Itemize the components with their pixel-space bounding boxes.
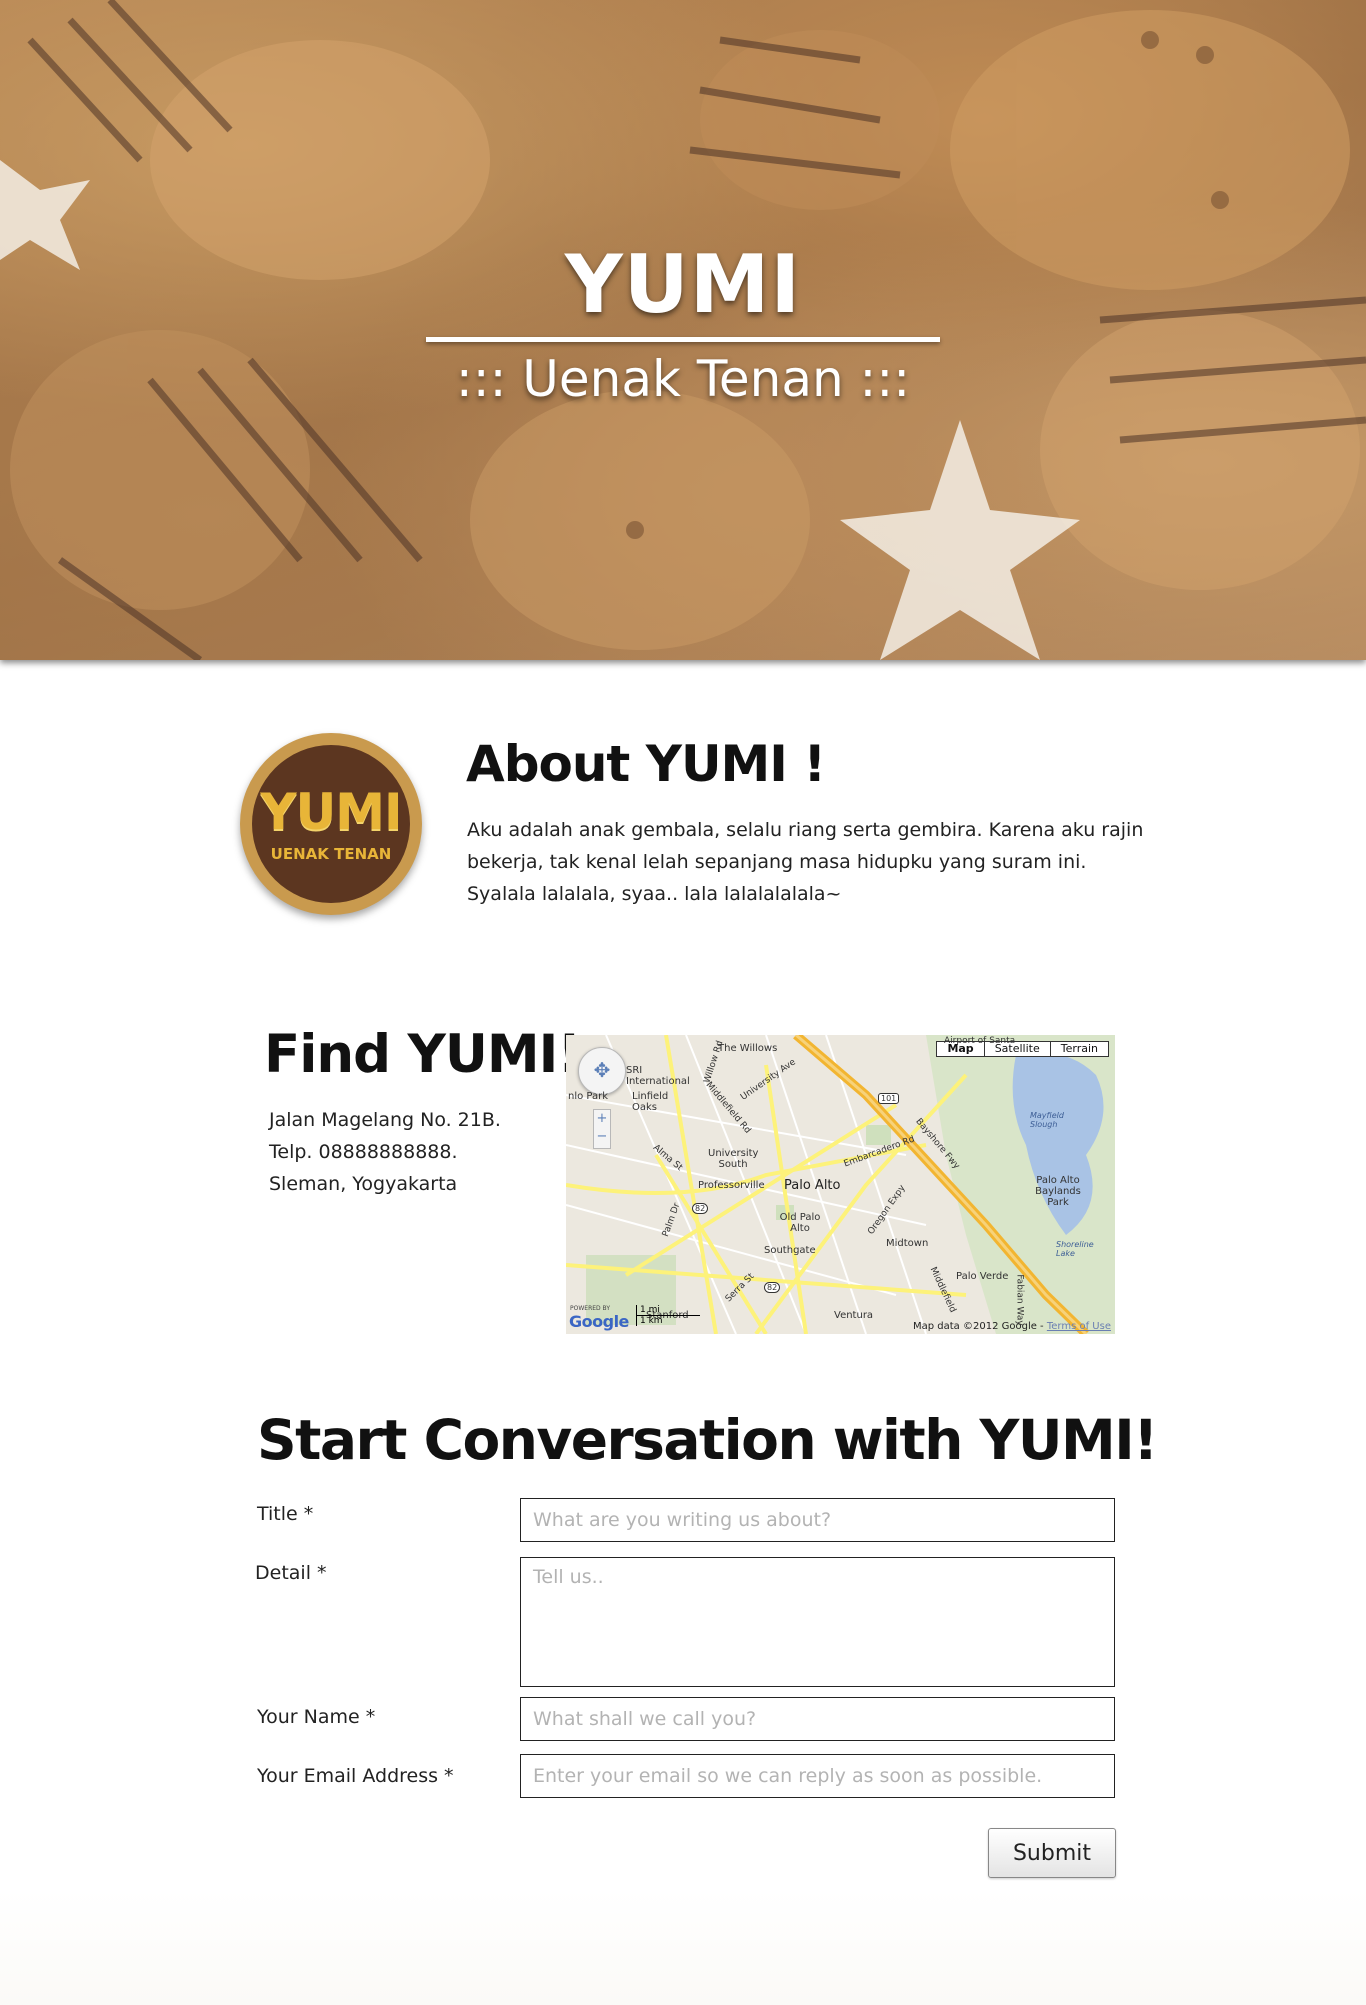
map-zoom-control[interactable]: + − xyxy=(593,1109,611,1149)
scale-miles: 1 mi xyxy=(636,1305,700,1316)
title-input[interactable] xyxy=(520,1498,1115,1542)
map-label: nlo Park xyxy=(568,1091,609,1102)
contact-heading: Start Conversation with YUMI! xyxy=(257,1408,1158,1472)
yumi-logo: YUMI UENAK TENAN xyxy=(240,733,422,915)
email-label: Your Email Address * xyxy=(257,1765,454,1787)
hero-banner: YUMI ::: Uenak Tenan ::: xyxy=(0,0,1366,660)
map-label: Palo Alto xyxy=(784,1178,841,1193)
address-block: Jalan Magelang No. 21B. Telp. 0888888888… xyxy=(269,1104,549,1200)
map-label: Airport of Santa xyxy=(944,1036,1016,1046)
site-title: YUMI xyxy=(564,238,802,331)
logo-wordmark: YUMI xyxy=(260,783,402,841)
map-attribution: Map data ©2012 Google - Terms of Use xyxy=(913,1321,1111,1332)
map-label: Midtown xyxy=(886,1238,929,1249)
map-type-terrain[interactable]: Terrain xyxy=(1050,1042,1108,1056)
detail-textarea[interactable] xyxy=(520,1557,1115,1687)
map-label: SRI International xyxy=(626,1065,690,1087)
map-scale: 1 mi 1 km xyxy=(636,1305,700,1326)
google-logo[interactable]: Google xyxy=(569,1312,629,1331)
map-label: University South xyxy=(708,1148,759,1170)
address-street: Jalan Magelang No. 21B. xyxy=(269,1109,501,1131)
map-powered-by: POWERED BY xyxy=(570,1305,611,1312)
title-divider xyxy=(426,337,940,342)
map-label: Southgate xyxy=(764,1245,816,1256)
map-label: Professorville xyxy=(698,1180,765,1191)
address-phone: Telp. 08888888888. xyxy=(269,1141,458,1163)
route-shield: 82 xyxy=(764,1282,781,1293)
find-heading: Find YUMI! xyxy=(264,1024,582,1085)
map-label: Mayfield Slough xyxy=(1030,1111,1064,1129)
terms-of-use-link[interactable]: Terms of Use xyxy=(1047,1321,1111,1332)
address-city: Sleman, Yogyakarta xyxy=(269,1173,458,1195)
map-label: Palo Verde xyxy=(956,1271,1009,1282)
map-label: Linfield Oaks xyxy=(632,1091,669,1113)
route-shield: 101 xyxy=(878,1093,900,1104)
site-tagline: ::: Uenak Tenan ::: xyxy=(455,350,911,408)
scale-kilometers: 1 km xyxy=(636,1316,680,1326)
map-label: Palo Alto Baylands Park xyxy=(1035,1175,1081,1208)
submit-button[interactable]: Submit xyxy=(988,1828,1116,1878)
location-map[interactable]: ✥ + − Map Satellite Terrain Airport of Sa… xyxy=(566,1035,1115,1334)
footer-background xyxy=(0,1890,1366,2005)
map-label: Ventura xyxy=(834,1310,874,1321)
logo-tagline: UENAK TENAN xyxy=(270,845,392,863)
map-label: Old Palo Alto xyxy=(779,1212,821,1234)
route-shield: 82 xyxy=(692,1203,709,1214)
about-description: Aku adalah anak gembala, selalu riang se… xyxy=(467,819,1144,905)
map-label: Shoreline Lake xyxy=(1056,1240,1094,1258)
about-heading: About YUMI ! xyxy=(466,735,826,793)
name-label: Your Name * xyxy=(257,1706,376,1728)
map-label: Fabian Way xyxy=(1014,1274,1025,1326)
email-input[interactable] xyxy=(520,1754,1115,1798)
logo-badge: YUMI UENAK TENAN xyxy=(252,745,410,903)
map-pan-control[interactable]: ✥ xyxy=(578,1047,626,1095)
title-label: Title * xyxy=(257,1503,314,1525)
map-label: The Willows xyxy=(718,1043,778,1054)
name-input[interactable] xyxy=(520,1697,1115,1741)
map-credit-text: Map data ©2012 Google - xyxy=(913,1321,1044,1332)
detail-label: Detail * xyxy=(255,1562,327,1584)
